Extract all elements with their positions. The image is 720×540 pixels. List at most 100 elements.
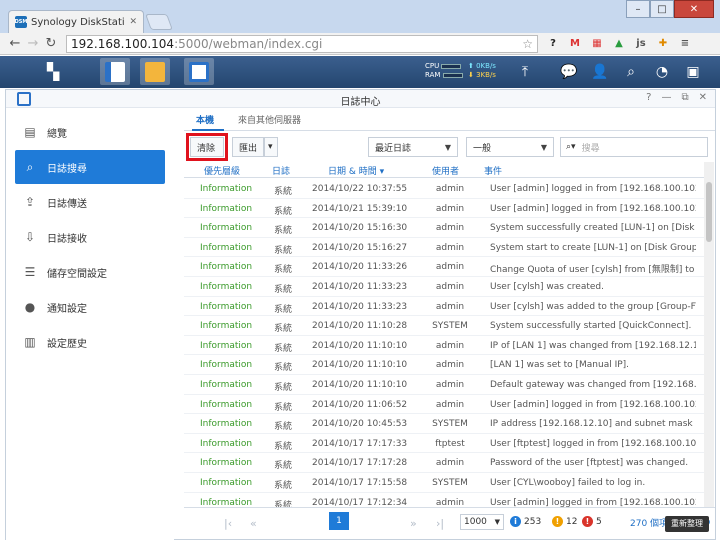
table-row[interactable]: Information 系統 2014/10/20 11:06:52 admin Use…	[184, 395, 704, 415]
notification-chat-icon[interactable]: 💬	[560, 63, 578, 81]
log-type-select[interactable]: 最近日誌 ▼	[368, 137, 458, 157]
table-row[interactable]: Information 系統 2014/10/20 11:33:23 admin Use…	[184, 277, 704, 297]
new-tab-button[interactable]	[145, 14, 173, 30]
back-icon[interactable]: ←	[6, 36, 24, 51]
table-row[interactable]: Information 系統 2014/10/20 15:16:30 admin Sys…	[184, 218, 704, 238]
table-row[interactable]: Information 系統 2014/10/17 17:15:58 SYSTEM Us…	[184, 473, 704, 493]
search-taskbar-icon[interactable]: ⌕	[622, 63, 640, 81]
user-icon[interactable]: 👤	[591, 63, 609, 81]
url-input[interactable]: 192.168.100.104 :5000/webman/index.cgi ☆	[66, 34, 538, 53]
table-row[interactable]: Information 系統 2014/10/20 10:45:53 SYSTEM IP…	[184, 414, 704, 434]
sidebar-item-log-send[interactable]: ⇪ 日誌傳送	[15, 185, 165, 219]
main-menu-icon[interactable]: ▚	[38, 58, 68, 85]
error-count[interactable]: ! 5	[582, 516, 602, 527]
cell-level: Information	[200, 321, 253, 332]
table-row[interactable]: Information 系統 2014/10/20 11:10:10 admin Def…	[184, 375, 704, 395]
info-count[interactable]: i 253	[510, 516, 541, 527]
sidebar-item-overview[interactable]: ▤ 總覽	[15, 115, 165, 149]
puzzle-extension-icon[interactable]: ✚	[656, 37, 670, 51]
minimize-icon[interactable]: –	[626, 0, 650, 18]
search-input[interactable]: ⌕▾ 搜尋	[560, 137, 708, 157]
calendar-extension-icon[interactable]: ▦	[590, 37, 604, 51]
gmail-extension-icon[interactable]: M	[568, 37, 582, 51]
bookmark-star-icon[interactable]: ☆	[522, 37, 533, 51]
column-level[interactable]: 優先層級	[204, 164, 240, 177]
browser-tab[interactable]: DSM Synology DiskStation - ( ✕	[8, 10, 144, 33]
cell-datetime: 2014/10/20 11:10:10	[312, 380, 408, 390]
url-host: 192.168.100.104	[71, 36, 175, 51]
sidebar-item-storage[interactable]: ☰ 儲存空間設定	[15, 255, 165, 289]
level-select[interactable]: 一般 ▼	[466, 137, 554, 157]
resource-monitor[interactable]: CPU RAM	[425, 62, 463, 80]
cell-log: 系統	[274, 324, 293, 335]
table-row[interactable]: Information 系統 2014/10/17 17:17:28 admin Pas…	[184, 453, 704, 473]
download-rate: 3KB/s	[476, 71, 496, 79]
export-button[interactable]: 匯出	[232, 137, 264, 157]
column-log[interactable]: 日誌	[272, 164, 290, 177]
log-center-app-icon[interactable]	[184, 58, 214, 85]
sidebar-item-history[interactable]: ▥ 設定歷史	[15, 325, 165, 359]
ram-meter	[442, 72, 463, 78]
help-icon[interactable]: ?	[646, 92, 651, 103]
table-row[interactable]: Information 系統 2014/10/20 11:10:28 SYSTEM Sy…	[184, 316, 704, 336]
table-row[interactable]: Information 系統 2014/10/20 15:16:27 admin Sys…	[184, 238, 704, 258]
first-page-icon[interactable]: |‹	[224, 517, 232, 530]
table-row[interactable]: Information 系統 2014/10/17 17:12:34 admin Use…	[184, 493, 704, 507]
table-row[interactable]: Information 系統 2014/10/20 11:33:26 admin Cha…	[184, 257, 704, 277]
sidebar-item-log-receive[interactable]: ⇩ 日誌接收	[15, 220, 165, 254]
column-user[interactable]: 使用者	[432, 164, 459, 177]
dashboard-icon[interactable]: ◔	[653, 63, 671, 81]
previous-page-icon[interactable]: «	[250, 517, 257, 530]
forward-icon[interactable]: →	[24, 36, 42, 51]
cell-user: admin	[435, 282, 465, 292]
export-dropdown-icon[interactable]: ▾	[264, 137, 278, 157]
source-tabs: 本機 來自其他伺服器	[184, 109, 715, 131]
sidebar-item-label: 日誌接收	[47, 233, 87, 245]
sidebar-item-notification[interactable]: ● 通知設定	[15, 290, 165, 324]
maximize-icon[interactable]: □	[650, 0, 674, 18]
clear-button[interactable]: 清除	[186, 133, 228, 161]
close-dsm-window-icon[interactable]: ✕	[699, 92, 707, 103]
table-row[interactable]: Information 系統 2014/10/22 10:37:55 admin Use…	[184, 179, 704, 199]
vertical-scrollbar[interactable]	[704, 162, 714, 507]
table-row[interactable]: Information 系統 2014/10/20 11:10:10 admin [LA…	[184, 355, 704, 375]
table-row[interactable]: Information 系統 2014/10/17 17:17:33 ftptest U…	[184, 434, 704, 454]
close-window-icon[interactable]: ✕	[674, 0, 714, 18]
cell-level: Information	[200, 301, 253, 312]
scrollbar-thumb[interactable]	[706, 182, 712, 242]
next-page-icon[interactable]: »	[410, 517, 417, 530]
widgets-icon[interactable]: ▣	[684, 63, 702, 81]
column-datetime[interactable]: 日期 & 時間 ▾	[328, 164, 384, 177]
table-row[interactable]: Information 系統 2014/10/21 15:39:10 admin Use…	[184, 199, 704, 219]
cell-log: 系統	[274, 402, 293, 413]
restore-window-icon[interactable]: ⧉	[681, 92, 688, 103]
reload-icon[interactable]: ↻	[42, 36, 60, 51]
tab-close-icon[interactable]: ✕	[129, 17, 137, 27]
cell-datetime: 2014/10/17 17:15:58	[312, 478, 408, 488]
warning-count[interactable]: ! 12	[552, 516, 577, 527]
table-row[interactable]: Information 系統 2014/10/20 11:33:23 admin Use…	[184, 297, 704, 317]
sidebar-item-log-search[interactable]: ⌕ 日誌搜尋	[15, 150, 165, 184]
info-icon: i	[510, 516, 521, 527]
tab-local[interactable]: 本機	[196, 113, 214, 126]
cell-event: Change Quota of user [cylsh] from [無限制] …	[490, 265, 696, 276]
browser-titlebar: DSM Synology DiskStation - ( ✕ – □ ✕	[0, 0, 720, 33]
js-extension-icon[interactable]: js	[634, 37, 648, 51]
tab-other-servers[interactable]: 來自其他伺服器	[238, 113, 301, 126]
help-extension-icon[interactable]: ?	[546, 37, 560, 51]
menu-icon[interactable]: ≡	[678, 37, 692, 51]
current-page[interactable]: 1	[329, 512, 349, 530]
upload-tasks-icon[interactable]: ⤒	[516, 63, 534, 81]
last-page-icon[interactable]: ›|	[436, 517, 444, 530]
file-station-app-icon[interactable]	[140, 58, 170, 85]
minimize-window-icon[interactable]: —	[661, 92, 671, 103]
cell-event: System successfully started [QuickConnec…	[490, 321, 692, 332]
column-event[interactable]: 事件	[484, 164, 502, 177]
drive-extension-icon[interactable]: ▲	[612, 37, 626, 51]
sidebar-item-label: 日誌傳送	[47, 198, 87, 210]
control-panel-app-icon[interactable]	[100, 58, 130, 85]
cell-user: admin	[435, 242, 465, 253]
table-row[interactable]: Information 系統 2014/10/20 11:10:10 admin IP …	[184, 336, 704, 356]
page-size-select[interactable]: 1000 ▼	[460, 514, 504, 530]
log-center-window: 日誌中心 ? — ⧉ ✕ ▤ 總覽 ⌕ 日誌搜尋 ⇪ 日誌傳送 ⇩ 日誌接收 ☰…	[5, 89, 716, 540]
